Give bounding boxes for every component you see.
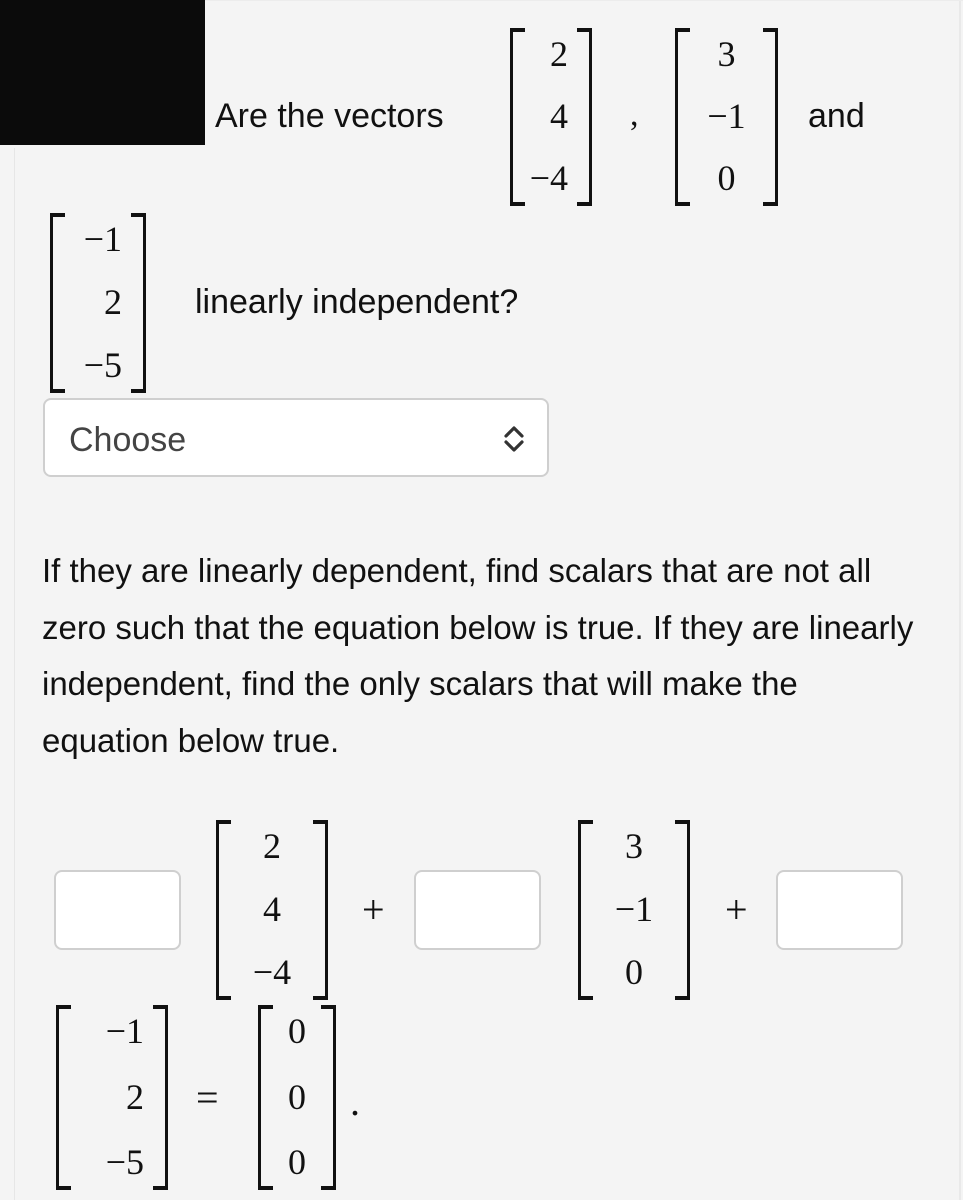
vector-1: 2 4 −4 xyxy=(510,28,592,206)
zero-vector-entry: 0 xyxy=(288,1142,306,1182)
bracket-left xyxy=(578,820,593,1000)
equation-vector-1-entry: 2 xyxy=(263,826,281,866)
panel-left-border xyxy=(14,148,15,1200)
equation-vector-1-entry: −4 xyxy=(252,952,292,992)
instructions-text: If they are linearly dependent, find sca… xyxy=(42,552,914,759)
independence-select[interactable]: Choose xyxy=(43,398,549,477)
bracket-right xyxy=(577,28,592,206)
bracket-left xyxy=(675,28,690,206)
chevron-up-down-icon xyxy=(504,426,524,452)
bracket-right xyxy=(675,820,690,1000)
equation-vector-2: 3 −1 0 xyxy=(578,820,690,1000)
equation-vector-3-entry: 2 xyxy=(126,1076,144,1117)
bracket-left xyxy=(50,213,65,393)
bracket-left xyxy=(56,1005,71,1190)
vector-1-entry: 4 xyxy=(550,96,568,136)
select-value: Choose xyxy=(69,421,187,459)
vector-2-entry: 3 xyxy=(717,34,736,74)
zero-vector-entry: 0 xyxy=(288,1011,306,1051)
redacted-region xyxy=(0,0,205,145)
bracket-right xyxy=(313,820,328,1000)
bracket-left xyxy=(258,1005,273,1190)
vector-3-entry: −5 xyxy=(83,345,122,385)
bracket-left xyxy=(216,820,231,1000)
vector-3-entry: −1 xyxy=(83,219,122,259)
scalar-input-2[interactable] xyxy=(414,870,541,950)
plus-sign: + xyxy=(725,887,748,932)
plus-sign: + xyxy=(362,887,385,932)
panel-right-border xyxy=(959,0,961,1200)
bracket-right xyxy=(321,1005,336,1190)
equation-vector-3-entry: −5 xyxy=(105,1142,144,1182)
bracket-right xyxy=(763,28,778,206)
equation-vector-3-entry: −1 xyxy=(105,1011,144,1051)
bracket-left xyxy=(510,28,525,206)
equation-vector-2-entry: 0 xyxy=(625,952,643,992)
zero-vector-entry: 0 xyxy=(288,1076,306,1117)
vector-3-entry: 2 xyxy=(104,282,122,322)
equation-vector-1: 2 4 −4 xyxy=(216,820,328,1000)
vector-2: 3 −1 0 xyxy=(675,28,778,206)
vector-2-entry: −1 xyxy=(707,96,746,136)
question-conjunction: and xyxy=(808,97,865,135)
scalar-input-3[interactable] xyxy=(776,870,903,950)
equation-vector-1-entry: 4 xyxy=(263,889,281,929)
vector-3: −1 2 −5 xyxy=(50,213,146,393)
comma-separator: , xyxy=(630,96,639,133)
bracket-right xyxy=(131,213,146,393)
zero-vector: 0 0 0 xyxy=(258,1005,336,1190)
equation-vector-2-entry: 3 xyxy=(625,826,643,866)
bracket-right xyxy=(153,1005,168,1190)
vector-1-entry: −4 xyxy=(529,158,568,198)
equation-vector-2-entry: −1 xyxy=(614,889,654,929)
period: . xyxy=(350,1079,360,1124)
scalar-input-1[interactable] xyxy=(54,870,181,950)
equation-vector-3: −1 2 −5 xyxy=(56,1005,168,1190)
vector-1-entry: 2 xyxy=(550,34,568,74)
vector-2-entry: 0 xyxy=(717,158,736,198)
question-suffix: linearly independent? xyxy=(195,283,519,321)
question-prefix: Are the vectors xyxy=(215,97,444,135)
equals-sign: = xyxy=(196,1075,219,1120)
panel-top-border xyxy=(205,0,963,1)
